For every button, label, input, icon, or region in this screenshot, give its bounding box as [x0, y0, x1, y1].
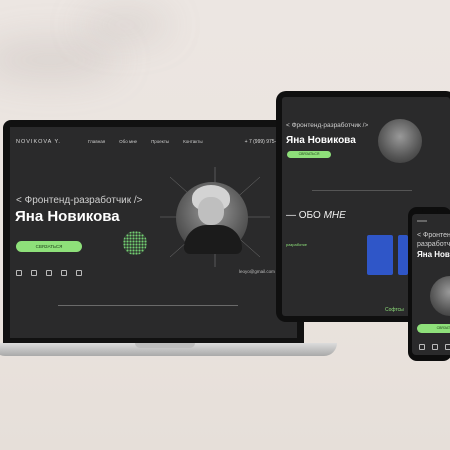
phone-header-bar — [417, 220, 427, 222]
photo-body — [184, 225, 242, 254]
background-shadow — [80, 10, 170, 40]
github-icon[interactable] — [31, 270, 37, 276]
tablet-hero-name: Яна Новикова — [286, 135, 356, 146]
main-nav: Главная Обо мне Проекты Контакты — [88, 139, 203, 144]
nav-link-about[interactable]: Обо мне — [119, 139, 137, 144]
github-icon[interactable] — [432, 344, 438, 350]
phone-viewport: < Фронтенд-разработчик Яна Новикова СВЯЗ… — [412, 214, 450, 355]
phone-profile-photo — [430, 276, 450, 316]
nav-link-contacts[interactable]: Контакты — [183, 139, 202, 144]
about-heading: — ОБО МНЕ — [286, 210, 346, 221]
telegram-icon[interactable] — [16, 270, 22, 276]
tablet-divider — [312, 190, 412, 191]
email-link[interactable]: leoyo@gmail.com — [239, 269, 275, 274]
phone-device: < Фронтенд-разработчик Яна Новикова СВЯЗ… — [408, 207, 450, 361]
tablet-hero-subtitle: < Фронтенд-разработчик /> — [286, 122, 369, 129]
phone-contact-button[interactable]: СВЯЗАТЬСЯ — [417, 324, 450, 333]
softs-label: Софтсы — [385, 307, 404, 313]
instagram-icon[interactable] — [445, 344, 450, 350]
laptop-screen: NOVIKOVA Y. Главная Обо мне Проекты Конт… — [3, 120, 304, 345]
whatsapp-icon[interactable] — [61, 270, 67, 276]
hero-subtitle: < Фронтенд-разработчик /> — [16, 195, 143, 206]
vk-icon[interactable] — [46, 270, 52, 276]
hero-name: Яна Новикова — [15, 208, 120, 225]
nav-link-projects[interactable]: Проекты — [151, 139, 169, 144]
photo-face — [198, 197, 224, 225]
certificate-card[interactable] — [398, 235, 408, 275]
divider-line — [58, 305, 238, 306]
about-green-label: разработке — [286, 242, 307, 247]
about-heading-em: МНЕ — [323, 210, 346, 221]
phone-notch — [422, 209, 438, 212]
laptop-viewport: NOVIKOVA Y. Главная Обо мне Проекты Конт… — [10, 127, 297, 338]
social-links — [16, 270, 82, 276]
dots-decoration — [123, 231, 147, 255]
tablet-profile-photo — [378, 119, 422, 163]
phone-hero-name: Яна Новикова — [417, 250, 450, 259]
phone-social-links — [419, 344, 450, 350]
certificate-card[interactable] — [367, 235, 393, 275]
laptop-header: NOVIKOVA Y. Главная Обо мне Проекты Конт… — [16, 137, 291, 149]
background-shadow — [0, 40, 120, 80]
tablet-contact-button[interactable]: СВЯЗАТЬСЯ — [287, 151, 331, 158]
contact-button[interactable]: СВЯЗАТЬСЯ — [16, 241, 82, 252]
instagram-icon[interactable] — [76, 270, 82, 276]
laptop-notch — [135, 343, 195, 348]
phone-hero-subtitle: < Фронтенд-разработчик — [417, 232, 450, 248]
telegram-icon[interactable] — [419, 344, 425, 350]
nav-link-home[interactable]: Главная — [88, 139, 105, 144]
about-heading-prefix: — ОБО — [286, 210, 321, 221]
site-logo[interactable]: NOVIKOVA Y. — [16, 139, 61, 145]
